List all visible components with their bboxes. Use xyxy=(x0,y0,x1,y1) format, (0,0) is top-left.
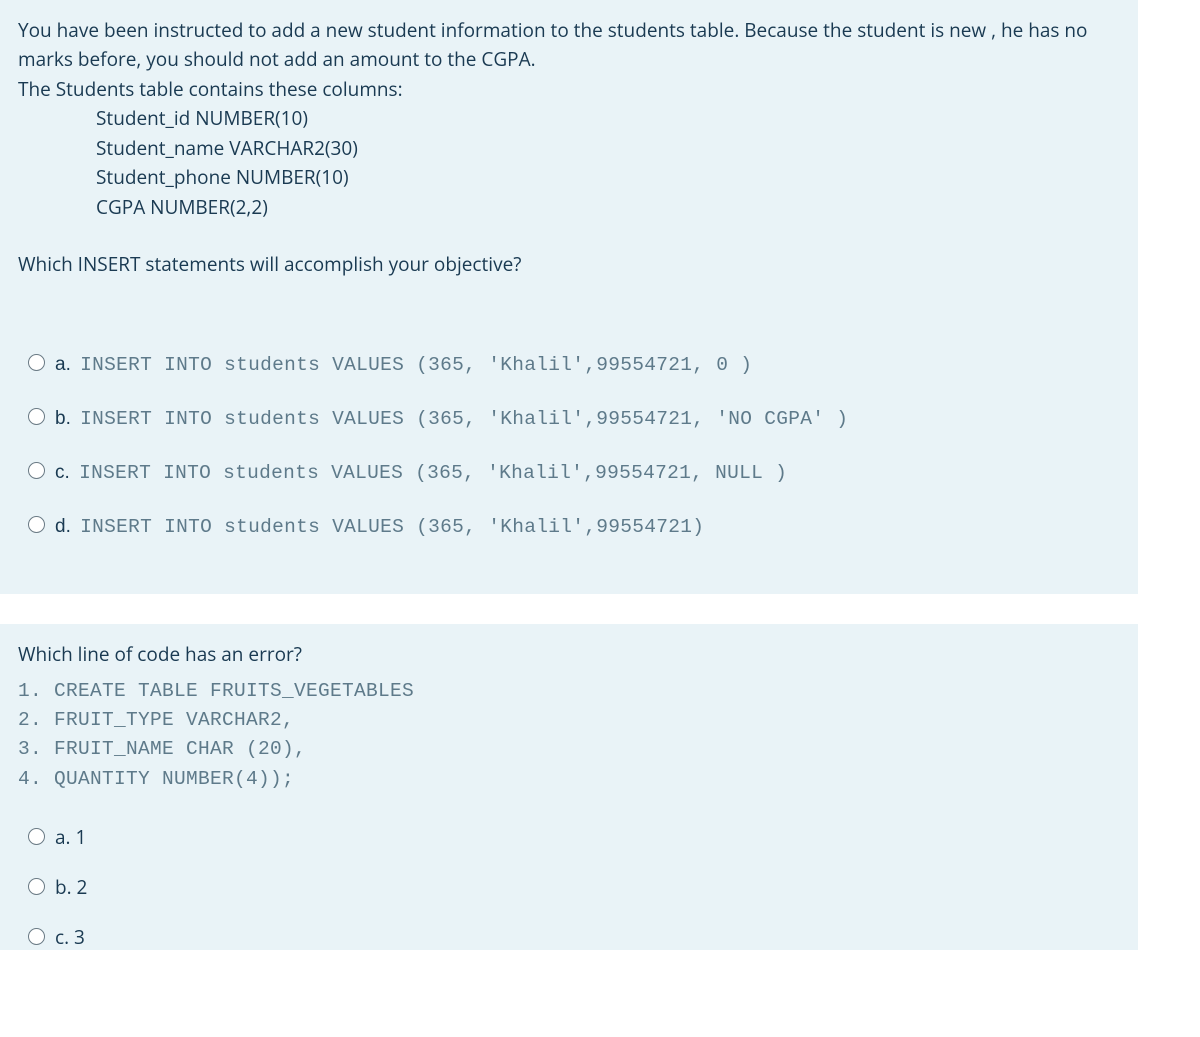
radio-icon[interactable] xyxy=(28,354,45,371)
code-block: 1. CREATE TABLE FRUITS_VEGETABLES 2. FRU… xyxy=(18,677,1120,794)
option-code: INSERT INTO students VALUES (365, 'Khali… xyxy=(80,408,848,430)
column-def: Student_phone NUMBER(10) xyxy=(18,163,1120,192)
option-b[interactable]: b. INSERT INTO students VALUES (365, 'Kh… xyxy=(28,404,1120,430)
column-def: CGPA NUMBER(2,2) xyxy=(18,193,1120,222)
option-label: b. INSERT INTO students VALUES (365, 'Kh… xyxy=(55,404,848,430)
question-2-prompt: Which line of code has an error? xyxy=(18,640,1120,669)
radio-icon[interactable] xyxy=(28,408,45,425)
option-label: b. 2 xyxy=(55,874,87,900)
option-code: INSERT INTO students VALUES (365, 'Khali… xyxy=(79,462,787,484)
option-code: INSERT INTO students VALUES (365, 'Khali… xyxy=(80,354,752,376)
radio-icon[interactable] xyxy=(28,462,45,479)
question-2-stem: Which line of code has an error? xyxy=(18,640,1120,669)
column-def: Student_id NUMBER(10) xyxy=(18,104,1120,133)
question-1-options: a. INSERT INTO students VALUES (365, 'Kh… xyxy=(18,350,1120,538)
question-1-prompt: Which INSERT statements will accomplish … xyxy=(18,250,1120,279)
stem-line: You have been instructed to add a new st… xyxy=(18,16,1120,75)
code-line: 3. FRUIT_NAME CHAR (20), xyxy=(18,735,1120,764)
question-1: You have been instructed to add a new st… xyxy=(0,0,1200,594)
question-1-stem: You have been instructed to add a new st… xyxy=(18,16,1120,280)
radio-icon[interactable] xyxy=(28,828,45,845)
option-label: a. INSERT INTO students VALUES (365, 'Kh… xyxy=(55,350,752,376)
option-label: c. 3 xyxy=(55,924,85,950)
option-c[interactable]: c. 3 xyxy=(28,924,1120,950)
code-line: 2. FRUIT_TYPE VARCHAR2, xyxy=(18,706,1120,735)
option-code: INSERT INTO students VALUES (365, 'Khali… xyxy=(80,516,704,538)
question-2: Which line of code has an error? 1. CREA… xyxy=(0,624,1200,950)
option-a[interactable]: a. 1 xyxy=(28,824,1120,850)
option-b[interactable]: b. 2 xyxy=(28,874,1120,900)
option-prefix: a. xyxy=(55,354,76,375)
code-line: 1. CREATE TABLE FRUITS_VEGETABLES xyxy=(18,677,1120,706)
code-line: 4. QUANTITY NUMBER(4)); xyxy=(18,765,1120,794)
option-label: c. INSERT INTO students VALUES (365, 'Kh… xyxy=(55,458,787,484)
option-c[interactable]: c. INSERT INTO students VALUES (365, 'Kh… xyxy=(28,458,1120,484)
option-d[interactable]: d. INSERT INTO students VALUES (365, 'Kh… xyxy=(28,512,1120,538)
option-prefix: b. xyxy=(55,408,76,429)
stem-line: The Students table contains these column… xyxy=(18,75,1120,104)
question-2-options: a. 1 b. 2 c. 3 xyxy=(18,824,1120,950)
radio-icon[interactable] xyxy=(28,516,45,533)
radio-icon[interactable] xyxy=(28,928,45,945)
radio-icon[interactable] xyxy=(28,878,45,895)
option-prefix: c. xyxy=(55,462,75,483)
option-label: d. INSERT INTO students VALUES (365, 'Kh… xyxy=(55,512,704,538)
option-prefix: d. xyxy=(55,516,76,537)
column-def: Student_name VARCHAR2(30) xyxy=(18,134,1120,163)
option-a[interactable]: a. INSERT INTO students VALUES (365, 'Kh… xyxy=(28,350,1120,376)
option-label: a. 1 xyxy=(55,824,86,850)
